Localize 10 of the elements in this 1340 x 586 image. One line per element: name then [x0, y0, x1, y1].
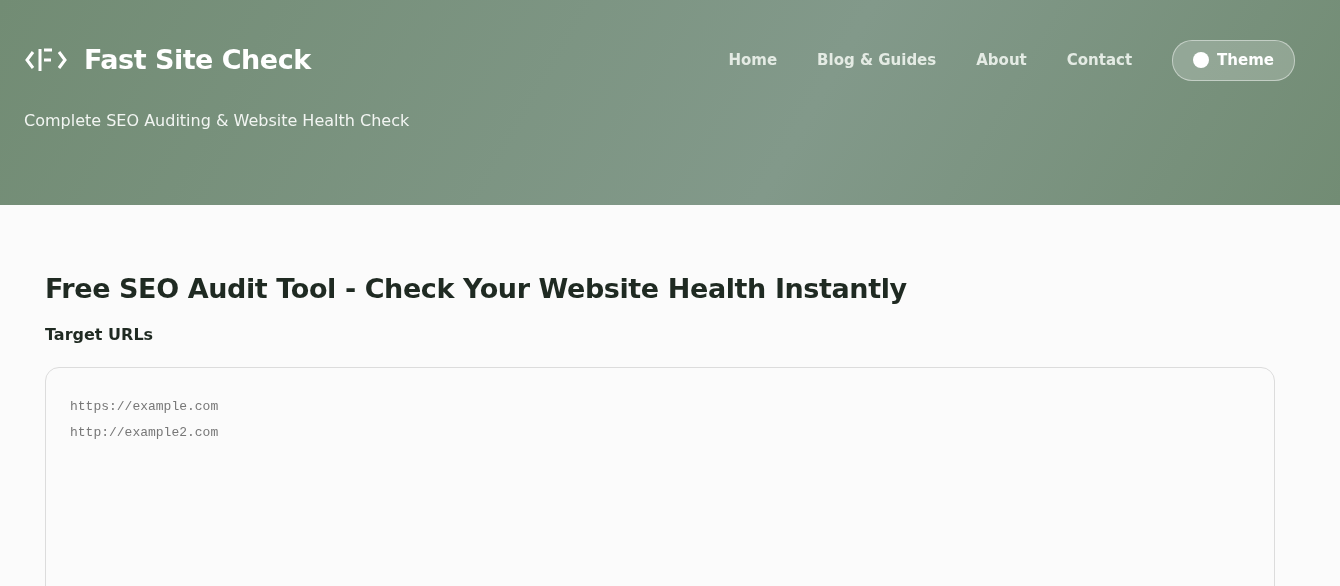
tagline: Complete SEO Auditing & Website Health Check	[24, 109, 411, 132]
nav-link[interactable]: Blog & Guides	[817, 49, 937, 72]
field-label: Target URLs	[45, 324, 155, 347]
urls-field[interactable]: https://example.com http://example2.com	[45, 367, 1275, 586]
site-title: Fast Site Check	[84, 43, 311, 77]
theme-button[interactable]: Theme	[1172, 40, 1295, 81]
nav-link[interactable]: About	[976, 49, 1027, 72]
nav-link[interactable]: Home	[728, 49, 778, 72]
page-heading: Free SEO Audit Tool - Check Your Website Health Instantly	[45, 273, 908, 306]
nav-link[interactable]: Contact	[1066, 49, 1133, 72]
